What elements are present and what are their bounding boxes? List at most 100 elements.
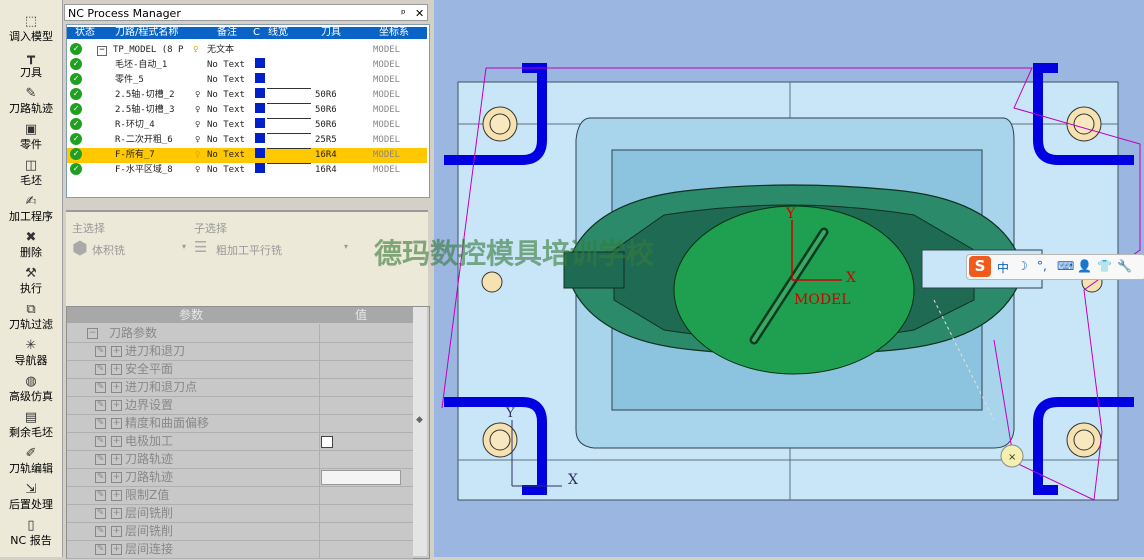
bulb-icon[interactable]: ♀: [195, 103, 200, 118]
expand-icon[interactable]: +: [111, 544, 122, 555]
param-value-cell[interactable]: [319, 540, 414, 558]
toolbar-button-process[interactable]: ✍ 加工程序: [0, 194, 62, 224]
param-edit-icon[interactable]: ✎: [95, 454, 106, 465]
pin-icon[interactable]: ᵖ: [401, 5, 406, 22]
ime-button[interactable]: ⌨: [1057, 259, 1074, 273]
param-row[interactable]: ✎ + 刀路轨迹: [67, 468, 413, 487]
color-swatch[interactable]: [255, 103, 265, 113]
toolbar-button-import-model[interactable]: ⬚ 调入模型: [0, 14, 62, 44]
param-value-cell[interactable]: [319, 486, 414, 504]
expand-icon[interactable]: +: [111, 508, 122, 519]
bulb-icon[interactable]: ♀: [195, 118, 200, 133]
param-edit-icon[interactable]: ✎: [95, 508, 106, 519]
bulb-icon[interactable]: ♀: [195, 133, 200, 148]
bulb-icon[interactable]: ♀: [195, 163, 200, 178]
param-edit-icon[interactable]: ✎: [95, 436, 106, 447]
ime-button[interactable]: 中: [997, 259, 1009, 276]
param-row[interactable]: ✎ + 层间铣削: [67, 504, 413, 523]
expand-icon[interactable]: +: [111, 418, 122, 429]
color-swatch[interactable]: [255, 163, 265, 173]
param-value-cell[interactable]: [319, 414, 414, 432]
color-swatch[interactable]: [255, 133, 265, 143]
param-edit-icon[interactable]: ✎: [95, 382, 106, 393]
param-row[interactable]: ✎ + 限制Z值: [67, 486, 413, 505]
sub-selection-dropdown[interactable]: ☰ 粗加工平行铣 ▾: [194, 238, 354, 258]
expand-icon[interactable]: +: [111, 400, 122, 411]
ime-button[interactable]: 👕: [1097, 259, 1112, 273]
nc-row[interactable]: ✓ 零件_5 No Text MODEL: [67, 73, 427, 88]
param-value-cell[interactable]: [319, 378, 414, 396]
electrode-checkbox[interactable]: [321, 436, 333, 448]
nc-row[interactable]: ✓ − TP_MODEL (8 P ♀ 无文本 MODEL: [67, 43, 427, 58]
expand-icon[interactable]: +: [111, 526, 122, 537]
color-swatch[interactable]: [255, 88, 265, 98]
param-edit-icon[interactable]: ✎: [95, 490, 106, 501]
param-edit-icon[interactable]: ✎: [95, 472, 106, 483]
param-value-cell[interactable]: [319, 432, 414, 450]
expand-icon[interactable]: +: [111, 382, 122, 393]
expand-icon[interactable]: +: [111, 346, 122, 357]
param-edit-icon[interactable]: ✎: [95, 400, 106, 411]
param-edit-icon[interactable]: ✎: [95, 346, 106, 357]
col-cs[interactable]: 坐标系: [379, 27, 409, 39]
param-row[interactable]: ✎ + 进刀和退刀点: [67, 378, 413, 397]
ime-button[interactable]: ☽: [1017, 259, 1028, 273]
col-note[interactable]: 备注: [217, 27, 237, 39]
toolbar-button-toolpath[interactable]: ✎ 刀路轨迹: [0, 86, 62, 116]
nc-row[interactable]: ✓ F-水平区域_8 ♀ No Text 16R4 MODEL: [67, 163, 427, 178]
expand-icon[interactable]: +: [111, 436, 122, 447]
toolbar-button-tool[interactable]: ┳ 刀具: [0, 50, 62, 80]
expand-icon[interactable]: +: [111, 472, 122, 483]
nc-row[interactable]: ✓ F-所有_7 ♀ No Text 16R4 MODEL: [67, 148, 427, 163]
param-row[interactable]: ✎ + 电极加工: [67, 432, 413, 451]
param-value-cell[interactable]: [319, 396, 414, 414]
color-swatch[interactable]: [255, 118, 265, 128]
param-edit-icon[interactable]: ✎: [95, 544, 106, 555]
ime-toolbar[interactable]: S 中 ☽ °, ⌨ 👤 👕 🔧: [966, 254, 1144, 280]
bulb-icon[interactable]: ♀: [193, 43, 198, 58]
col-status[interactable]: 状态: [75, 27, 95, 39]
param-value-cell[interactable]: [319, 450, 414, 468]
collapse-icon[interactable]: −: [97, 46, 107, 56]
toolbar-button-delete[interactable]: ✖ 删除: [0, 230, 62, 260]
3d-viewport[interactable]: × 德玛数控模具培训学校 Y X MODEL Y X S 中 ☽ °, ⌨ 👤 👕 🔧: [374, 0, 1144, 557]
param-row[interactable]: ✎ + 层间铣削: [67, 522, 413, 541]
param-edit-icon[interactable]: ✎: [95, 526, 106, 537]
ime-logo-icon[interactable]: S: [969, 256, 991, 277]
toolbar-button-post-process[interactable]: ⇲ 后置处理: [0, 482, 62, 512]
nc-row[interactable]: ✓ R-环切_4 ♀ No Text 50R6 MODEL: [67, 118, 427, 133]
col-c[interactable]: C: [253, 27, 260, 39]
param-value-cell[interactable]: [319, 522, 414, 540]
close-icon[interactable]: ✕: [415, 5, 424, 22]
main-selection-dropdown[interactable]: ⬢ 体积铣 ▾: [72, 238, 188, 259]
toolbar-button-execute[interactable]: ⚒ 执行: [0, 266, 62, 296]
param-row[interactable]: ✎ + 边界设置: [67, 396, 413, 415]
expand-icon[interactable]: +: [111, 490, 122, 501]
toolbar-button-stock[interactable]: ◫ 毛坯: [0, 158, 62, 188]
toolbar-button-part[interactable]: ▣ 零件: [0, 122, 62, 152]
param-row[interactable]: ✎ + 刀路轨迹: [67, 450, 413, 469]
col-linewidth[interactable]: 线宽: [268, 27, 288, 39]
scroll-grip-icon[interactable]: ◆: [416, 415, 423, 425]
color-swatch[interactable]: [255, 148, 265, 158]
expand-icon[interactable]: +: [111, 364, 122, 375]
ime-button[interactable]: °,: [1037, 259, 1047, 273]
ime-button[interactable]: 👤: [1077, 259, 1092, 273]
ime-button[interactable]: 🔧: [1117, 259, 1132, 273]
collapse-icon[interactable]: −: [87, 328, 98, 339]
expand-icon[interactable]: +: [111, 454, 122, 465]
toolbar-button-report[interactable]: ▯ NC 报告: [0, 518, 62, 548]
param-value-cell[interactable]: [319, 342, 414, 360]
param-row[interactable]: ✎ + 进刀和退刀: [67, 342, 413, 361]
toolbar-button-navigator[interactable]: ✳ 导航器: [0, 338, 62, 368]
param-row[interactable]: ✎ + 安全平面: [67, 360, 413, 379]
toolbar-button-filter[interactable]: ⧉ 刀轨过滤: [0, 302, 62, 332]
bulb-icon[interactable]: ♀: [195, 148, 200, 163]
nc-row[interactable]: ✓ 2.5轴-切槽_3 ♀ No Text 50R6 MODEL: [67, 103, 427, 118]
col-tool[interactable]: 刀具: [321, 27, 341, 39]
param-row[interactable]: ✎ + 层间连接: [67, 540, 413, 559]
param-edit-icon[interactable]: ✎: [95, 418, 106, 429]
param-group-row[interactable]: − 刀路参数: [67, 324, 413, 343]
color-swatch[interactable]: [255, 73, 265, 83]
toolbar-button-simulation[interactable]: ◍ 高级仿真: [0, 374, 62, 404]
